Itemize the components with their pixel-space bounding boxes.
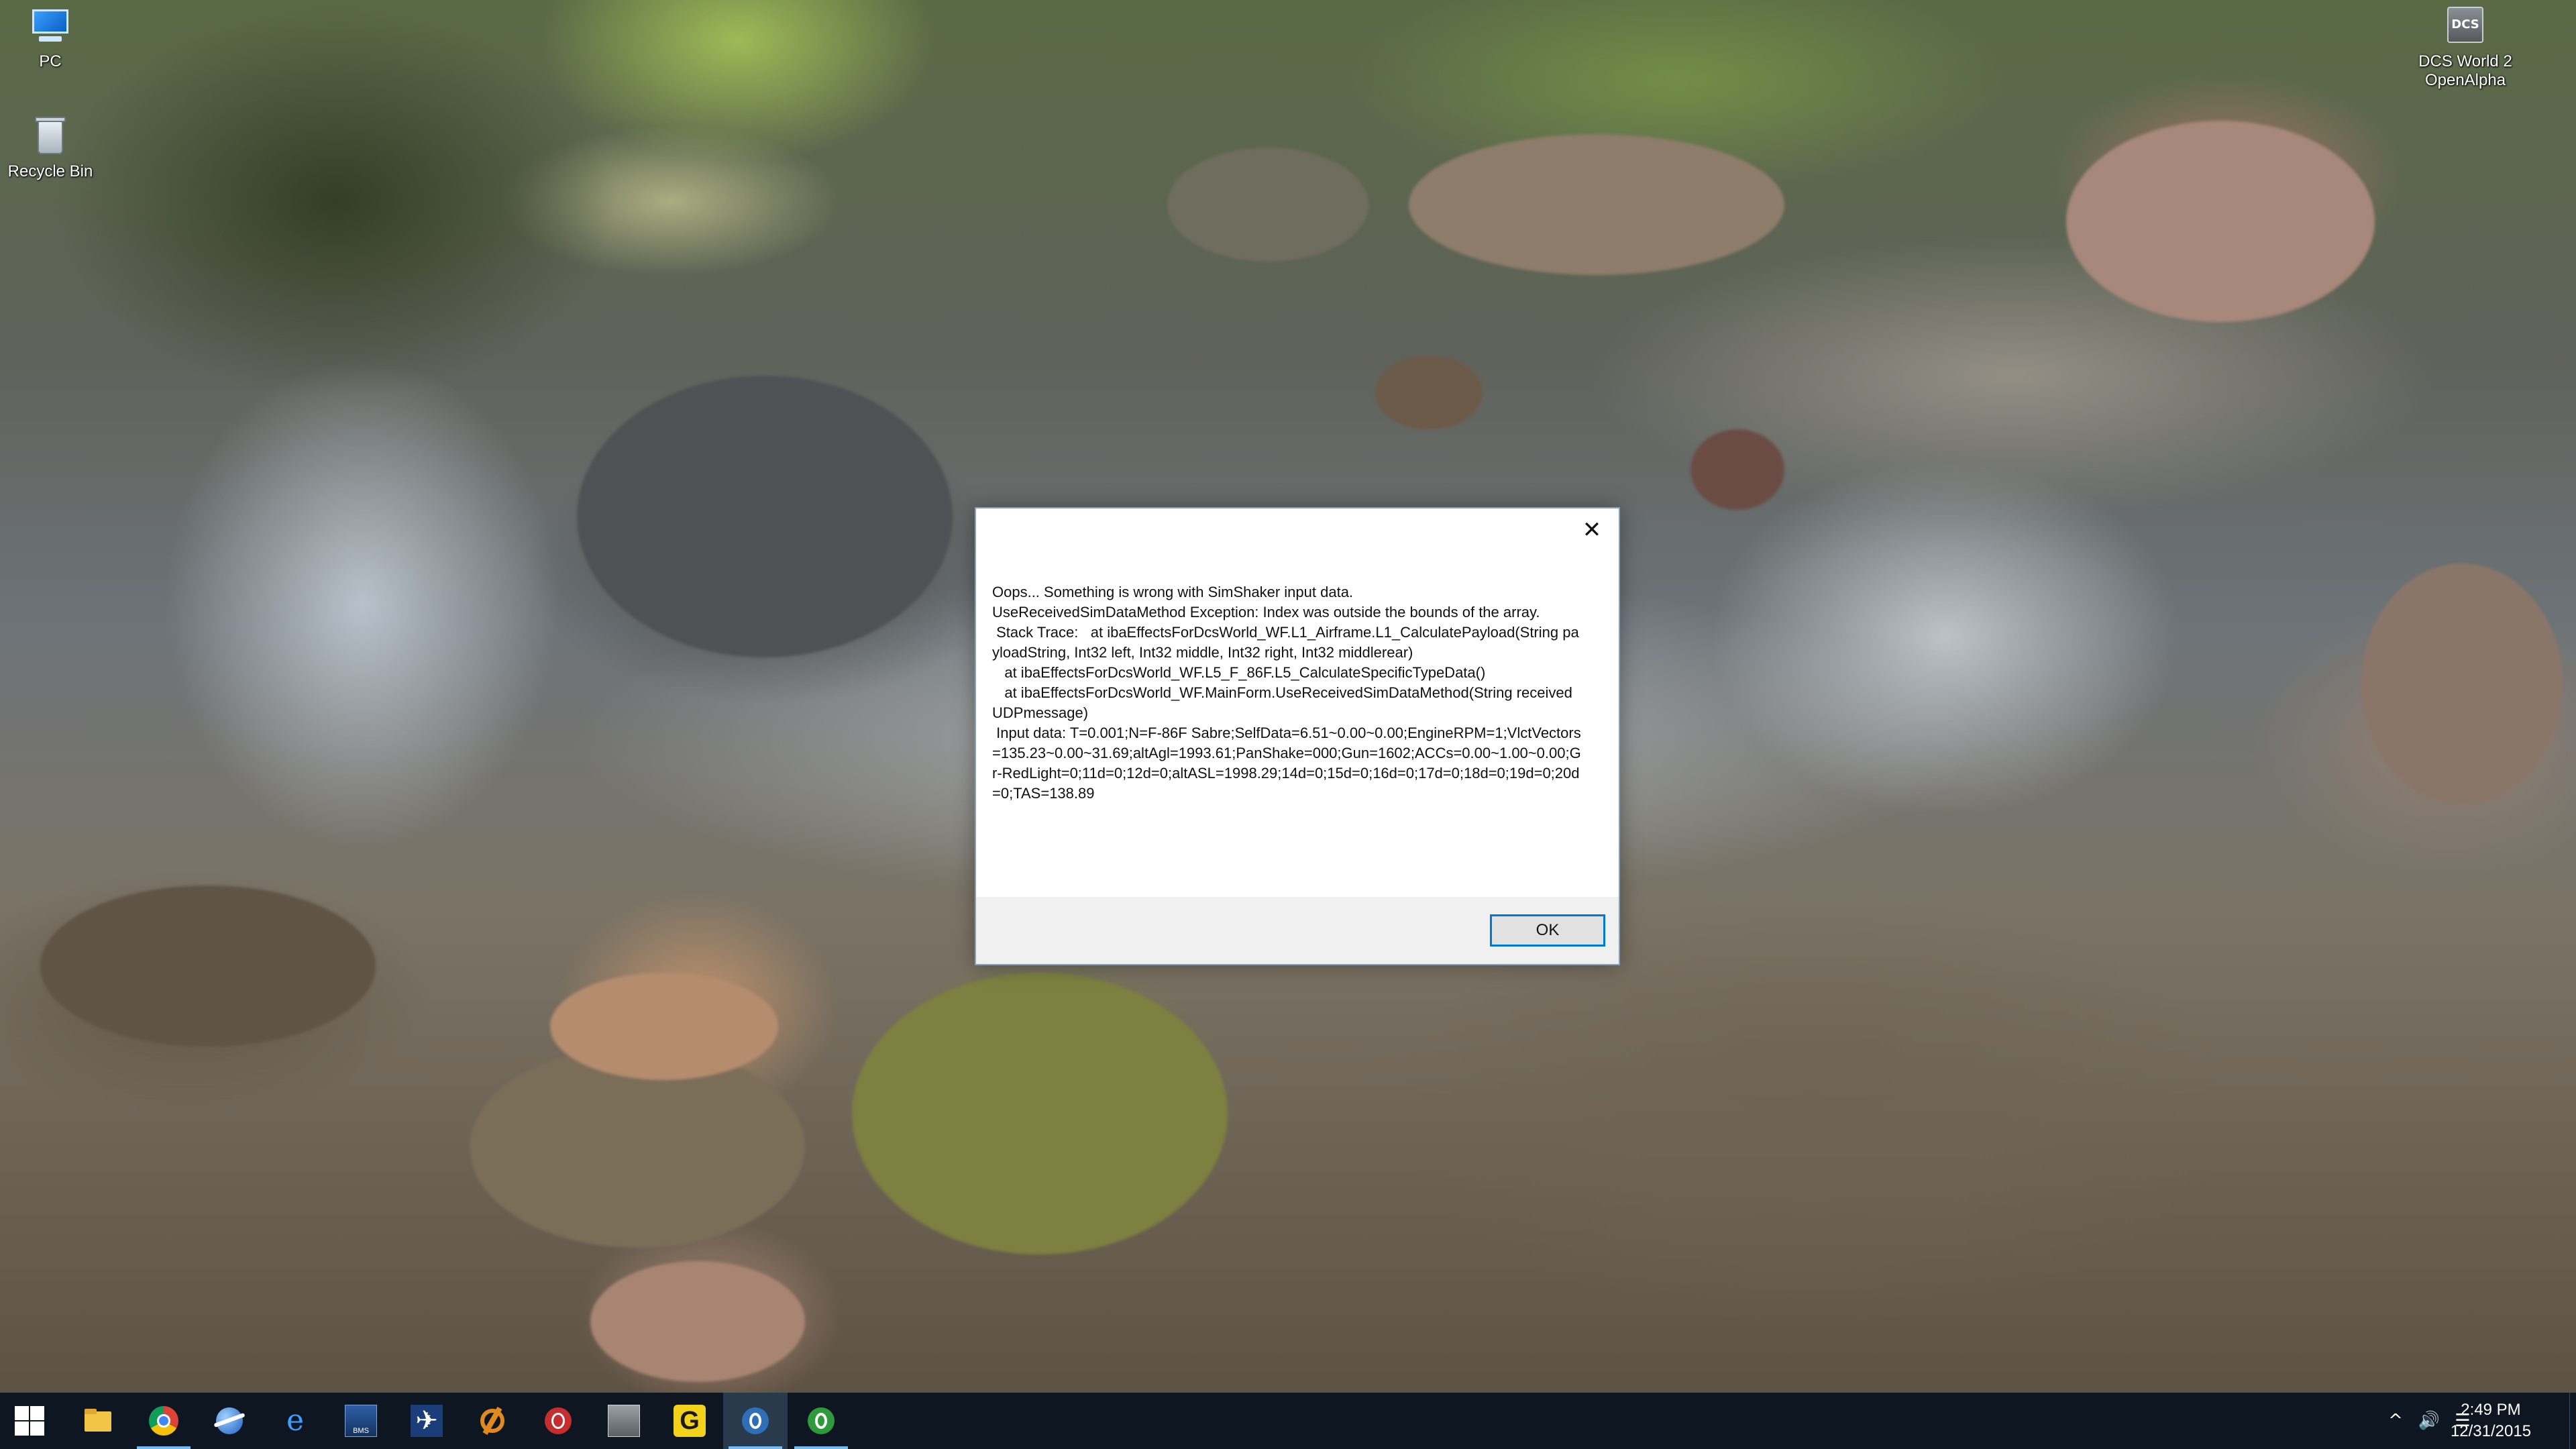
computer-icon bbox=[28, 4, 72, 48]
wallpaper-rock bbox=[1409, 134, 1784, 275]
show-desktop-button[interactable] bbox=[2569, 1393, 2576, 1449]
wallpaper-rock bbox=[2066, 121, 2375, 322]
taskbar-item-bms[interactable]: BMS bbox=[329, 1393, 393, 1449]
globe-icon bbox=[213, 1405, 246, 1437]
windows-logo-icon bbox=[15, 1406, 44, 1436]
close-icon: ✕ bbox=[1582, 517, 1602, 543]
taskbar: e BMS ✈ G ^ 🔊 ☰ 2:49 PM 12/31/2015 bbox=[0, 1393, 2576, 1449]
red-circle-icon bbox=[542, 1405, 574, 1437]
wallpaper-rock bbox=[1167, 148, 1368, 262]
dcs-icon bbox=[608, 1405, 640, 1437]
plane-x-icon: ✈ bbox=[411, 1405, 443, 1437]
g-logo-icon: G bbox=[674, 1405, 706, 1437]
taskbar-clock[interactable]: 2:49 PM 12/31/2015 bbox=[2434, 1399, 2548, 1442]
taskbar-item-g-app[interactable]: G bbox=[657, 1393, 722, 1449]
dcs-world-icon: DCS bbox=[2443, 4, 2487, 48]
start-button[interactable] bbox=[0, 1393, 64, 1449]
desktop-icon-recycle-bin[interactable]: Recycle Bin bbox=[0, 114, 107, 181]
wallpaper-rock bbox=[1375, 356, 1483, 429]
clock-date: 12/31/2015 bbox=[2450, 1422, 2532, 1440]
bms-icon: BMS bbox=[345, 1405, 377, 1437]
taskbar-item-orange-app[interactable] bbox=[460, 1393, 525, 1449]
orange-gear-icon bbox=[476, 1405, 508, 1437]
wallpaper-rock bbox=[577, 376, 953, 657]
wallpaper-rock bbox=[852, 973, 1228, 1254]
taskbar-item-simshaker-green[interactable] bbox=[789, 1393, 853, 1449]
clock-time: 2:49 PM bbox=[2461, 1401, 2521, 1419]
recycle-bin-icon bbox=[28, 114, 72, 158]
taskbar-item-edge[interactable]: e bbox=[263, 1393, 327, 1449]
ok-button[interactable]: OK bbox=[1490, 914, 1605, 947]
chrome-icon bbox=[148, 1405, 180, 1437]
error-message: Oops... Something is wrong with SimShake… bbox=[992, 584, 1581, 802]
desktop-icon-pc[interactable]: PC bbox=[0, 4, 107, 71]
desktop-icon-dcs-world[interactable]: DCS DCS World 2 OpenAlpha bbox=[2408, 4, 2522, 90]
taskbar-item-file-explorer[interactable] bbox=[66, 1393, 130, 1449]
taskbar-item-x-plane[interactable]: ✈ bbox=[394, 1393, 459, 1449]
wallpaper-rock bbox=[1690, 429, 1784, 510]
chevron-up-icon: ^ bbox=[2388, 1411, 2403, 1431]
dialog-footer: OK bbox=[976, 897, 1619, 964]
taskbar-item-red-app[interactable] bbox=[526, 1393, 590, 1449]
folder-icon bbox=[82, 1405, 114, 1437]
taskbar-item-dcs[interactable] bbox=[592, 1393, 656, 1449]
wallpaper-rock bbox=[40, 885, 376, 1046]
close-button[interactable]: ✕ bbox=[1573, 515, 1611, 545]
taskbar-item-simshaker-blue[interactable] bbox=[723, 1393, 788, 1449]
simshaker-blue-icon bbox=[739, 1405, 771, 1437]
taskbar-item-chrome[interactable] bbox=[131, 1393, 196, 1449]
simshaker-green-icon bbox=[805, 1405, 837, 1437]
taskbar-item-globe-app[interactable] bbox=[197, 1393, 262, 1449]
desktop-icon-label: DCS World 2 OpenAlpha bbox=[2418, 52, 2512, 89]
wallpaper-rock bbox=[590, 1261, 805, 1382]
desktop-icon-label: PC bbox=[39, 52, 62, 70]
tray-overflow-button[interactable]: ^ bbox=[2381, 1393, 2410, 1449]
wallpaper-rock bbox=[550, 973, 778, 1080]
error-dialog: ✕ Oops... Something is wrong with SimSha… bbox=[975, 507, 1620, 965]
wallpaper-rock bbox=[2361, 564, 2563, 805]
edge-icon: e bbox=[286, 1403, 305, 1438]
desktop-icon-label: Recycle Bin bbox=[7, 162, 93, 180]
